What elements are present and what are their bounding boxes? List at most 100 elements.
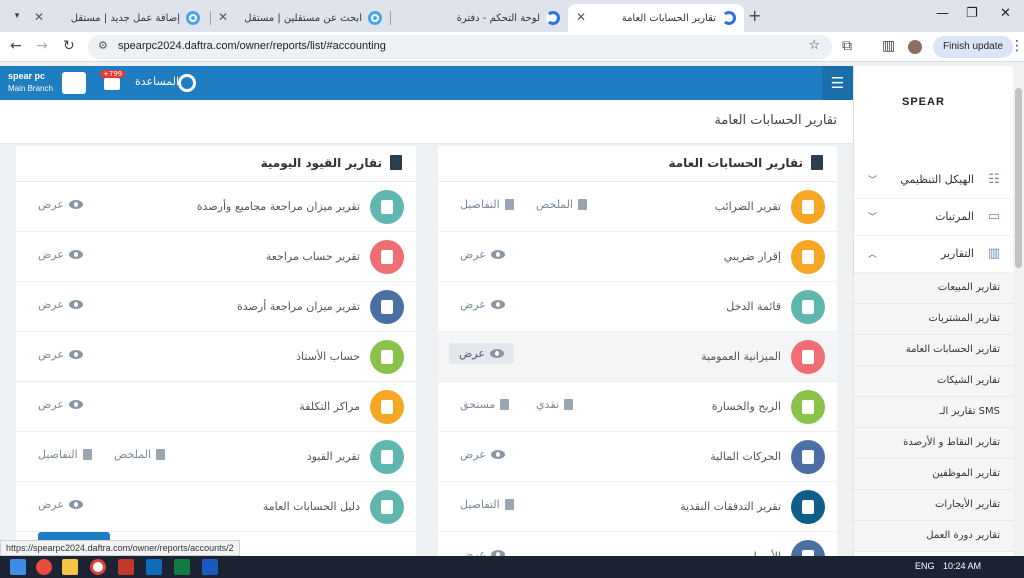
app-header: ☰ المساعدة +799 <box>0 66 853 100</box>
sidebar-subitem[interactable]: تقارير الموظفين <box>854 459 1014 490</box>
extensions-icon[interactable]: ⧉ <box>842 38 852 54</box>
sidebar-item-label: التقارير <box>940 247 974 260</box>
close-tab-icon[interactable]: ✕ <box>576 10 586 24</box>
window-close-icon[interactable]: ✕ <box>1000 6 1011 21</box>
app-icon[interactable] <box>36 559 52 575</box>
app-icon[interactable] <box>118 559 134 575</box>
report-action-link[interactable]: التفاصيل <box>38 448 92 461</box>
view-link[interactable]: عرض <box>38 298 83 311</box>
company-name[interactable]: spear pc <box>8 71 45 81</box>
action-label: عرض <box>38 248 64 261</box>
eye-icon <box>68 250 83 259</box>
sidebar-subitem[interactable]: تقارير الـ SMS <box>854 397 1014 428</box>
new-tab-icon[interactable]: + <box>748 6 761 25</box>
report-icon <box>370 190 404 224</box>
tab-search-icon[interactable]: ▾ <box>8 7 26 25</box>
chrome-menu-icon[interactable]: ⋮ <box>1010 38 1024 54</box>
view-link[interactable]: عرض <box>449 343 514 364</box>
sidebar-subitem-label: تقارير الموظفين <box>932 468 1000 479</box>
branch-name[interactable]: Main Branch <box>8 84 53 93</box>
spear-logo[interactable]: SPEAR <box>902 96 945 108</box>
excel-icon[interactable] <box>174 559 190 575</box>
view-link[interactable]: عرض <box>38 498 83 511</box>
report-action-link[interactable]: الملخص <box>536 198 587 211</box>
finish-update-button[interactable]: Finish update <box>933 36 1014 58</box>
help-link[interactable]: المساعدة <box>135 75 179 88</box>
document-icon <box>564 399 574 410</box>
sidebar-subitem[interactable]: تقارير الأيجارات <box>854 490 1014 521</box>
profile-avatar[interactable] <box>908 40 922 54</box>
report-row: تقرير ميزان مراجعة مجاميع وأرصدة عرض <box>16 182 416 232</box>
tab-general-reports[interactable]: تقارير الحسابات العامة ✕ <box>568 4 744 32</box>
report-row: حساب الأستاذ عرض <box>16 332 416 382</box>
view-link[interactable]: عرض <box>460 548 505 556</box>
word-icon[interactable] <box>202 559 218 575</box>
file-explorer-icon[interactable] <box>62 559 78 575</box>
report-action-link[interactable]: مستحق <box>460 398 510 411</box>
document-icon <box>500 399 510 410</box>
restore-icon[interactable]: ❐ <box>966 6 978 21</box>
report-name: تقرير ميزان مراجعة مجاميع وأرصدة <box>196 200 360 213</box>
report-action-link[interactable]: الملخص <box>114 448 165 461</box>
sidebar: SPEAR ☷ الهيكل التنظيمي ﹀ ▭ المرتبات ﹀ ▥ التقار… <box>853 66 1024 556</box>
language-indicator[interactable]: ENG <box>915 561 935 571</box>
minimize-icon[interactable]: — <box>936 6 949 21</box>
sidebar-subitem[interactable]: تقارير الحسابات العامة <box>854 335 1014 366</box>
windows-start-icon[interactable] <box>10 559 26 575</box>
lifebuoy-icon[interactable] <box>178 74 196 92</box>
view-link[interactable]: عرض <box>460 448 505 461</box>
clock[interactable]: 10:24 AM <box>943 561 981 571</box>
forward-icon[interactable]: → <box>36 38 48 54</box>
back-icon[interactable]: ← <box>10 38 22 54</box>
menu-toggle-icon[interactable]: ☰ <box>822 66 853 100</box>
report-icon <box>791 240 825 274</box>
action-label: الملخص <box>536 198 573 211</box>
view-link[interactable]: عرض <box>38 198 83 211</box>
sidebar-subitem[interactable]: تقارير المشتريات <box>854 304 1014 335</box>
tab-find-freelancers[interactable]: ابحث عن مستقلين | مستقل ✕ <box>210 4 390 32</box>
view-link[interactable]: عرض <box>460 248 505 261</box>
report-row: قائمة الدخل عرض <box>438 282 837 332</box>
sidebar-subitem[interactable]: تقارير النقاط و الأرصدة <box>854 428 1014 459</box>
report-row: الأصولعرض <box>438 532 837 556</box>
report-icon <box>370 390 404 424</box>
sidebar-item[interactable]: ▭ المرتبات ﹀ <box>854 199 1014 236</box>
sidebar-item[interactable]: ▥ التقارير ︿ <box>854 236 1014 273</box>
page-title: تقارير الحسابات العامة <box>714 113 837 128</box>
report-action-link[interactable]: التفاصيل <box>460 498 514 511</box>
view-link[interactable]: عرض <box>38 248 83 261</box>
daftra-favicon-icon <box>722 11 736 25</box>
url-text[interactable]: spearpc2024.daftra.com/owner/reports/lis… <box>118 40 386 52</box>
report-action-link[interactable]: نقدي <box>536 398 574 411</box>
reload-icon[interactable]: ↻ <box>63 38 75 54</box>
view-link[interactable]: عرض <box>460 298 505 311</box>
tab-dashboard[interactable]: لوحة التحكم - دفترة <box>390 4 568 32</box>
bookmark-star-icon[interactable]: ☆ <box>808 38 820 53</box>
sidebar-subitem[interactable]: تقارير المبيعات <box>854 273 1014 304</box>
report-action-link[interactable]: التفاصيل <box>460 198 514 211</box>
report-icon <box>791 490 825 524</box>
view-link[interactable]: عرض <box>38 348 83 361</box>
report-name: قائمة الدخل <box>726 300 781 313</box>
site-info-icon[interactable]: ⚙ <box>98 39 108 52</box>
sidebar-item[interactable]: ☷ الهيكل التنظيمي ﹀ <box>854 162 1014 199</box>
close-tab-icon[interactable]: ✕ <box>218 10 228 24</box>
outlook-icon[interactable] <box>146 559 162 575</box>
notifications-icon[interactable] <box>104 78 120 90</box>
sidebar-scroll-thumb[interactable] <box>1015 88 1022 268</box>
action-label: عرض <box>38 498 64 511</box>
omnibox[interactable]: ⚙ spearpc2024.daftra.com/owner/reports/l… <box>88 35 832 59</box>
report-name: مراكز التكلفة <box>299 400 360 413</box>
action-label: نقدي <box>536 398 560 411</box>
side-panel-icon[interactable]: ▥ <box>882 38 895 54</box>
eye-icon <box>490 250 505 259</box>
close-tab-icon[interactable]: ✕ <box>34 10 44 24</box>
company-logo[interactable] <box>62 72 86 94</box>
sidebar-subitem[interactable]: تقارير دورة العمل <box>854 521 1014 552</box>
tab-add-work[interactable]: إضافة عمل جديد | مستقل ✕ <box>26 4 208 32</box>
sidebar-subitem[interactable]: تقارير الشيكات <box>854 366 1014 397</box>
action-label: مستحق <box>460 398 496 411</box>
view-link[interactable]: عرض <box>38 398 83 411</box>
chrome-icon[interactable] <box>90 559 106 575</box>
report-row: الربح والخسارة مستحق نقدي <box>438 382 837 432</box>
